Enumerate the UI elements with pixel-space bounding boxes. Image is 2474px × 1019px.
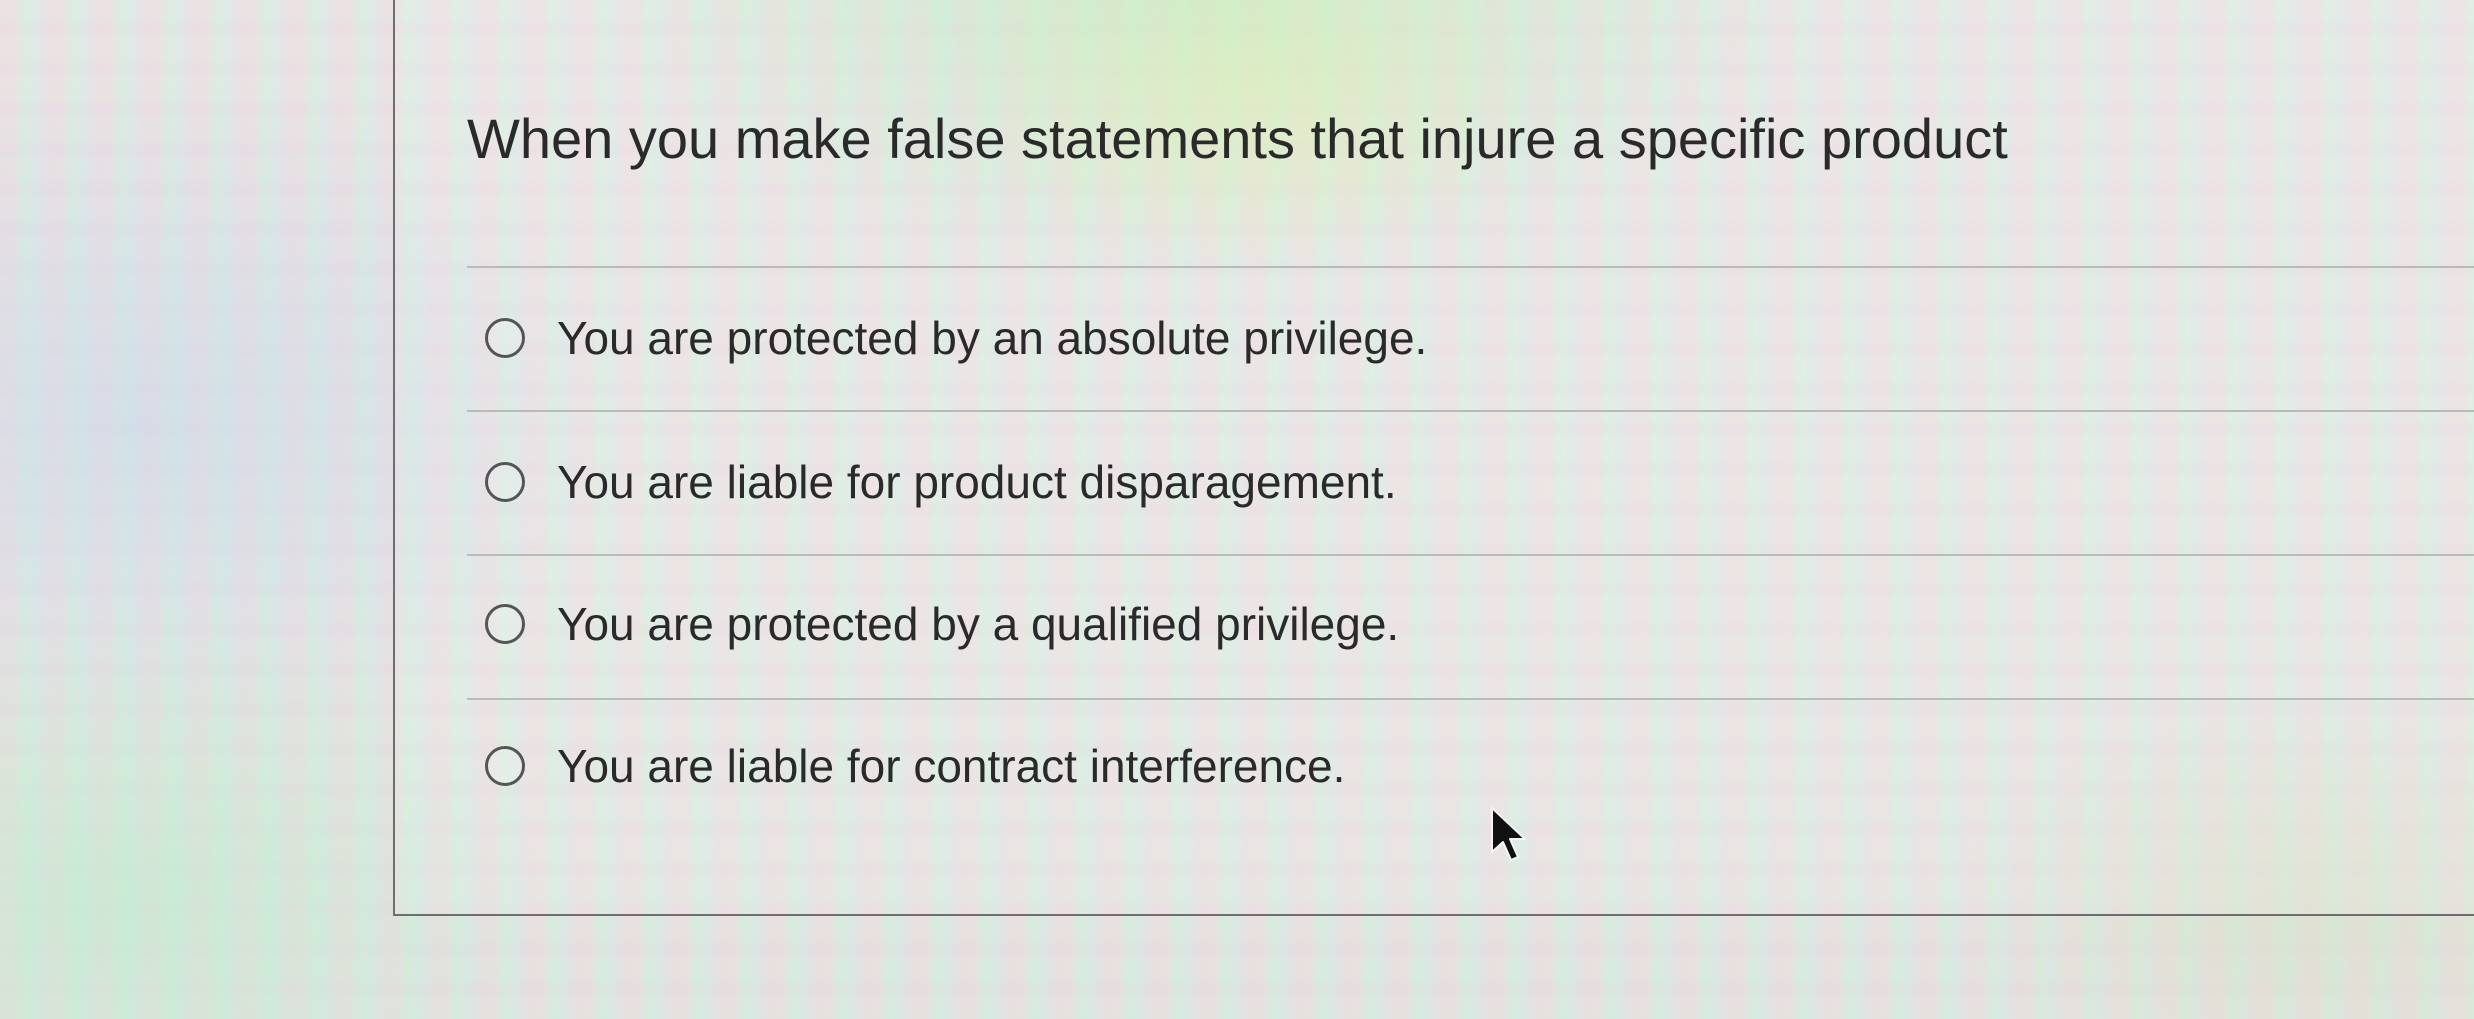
answer-option-label: You are liable for contract interference… xyxy=(557,740,1346,792)
divider xyxy=(467,410,2474,412)
question-text: When you make false statements that inju… xyxy=(467,107,2008,170)
mouse-pointer-icon xyxy=(1491,807,1526,861)
answer-option-2[interactable]: You are liable for product disparagement… xyxy=(485,452,1397,512)
divider xyxy=(467,554,2474,556)
radio-button-icon[interactable] xyxy=(485,318,525,358)
divider xyxy=(467,266,2474,268)
radio-button-icon[interactable] xyxy=(485,746,525,786)
answer-option-1[interactable]: You are protected by an absolute privile… xyxy=(485,308,1427,368)
radio-button-icon[interactable] xyxy=(485,462,525,502)
question-card: When you make false statements that inju… xyxy=(393,0,2474,916)
answer-option-4[interactable]: You are liable for contract interference… xyxy=(485,736,1345,796)
divider xyxy=(467,698,2474,700)
answer-option-label: You are protected by an absolute privile… xyxy=(557,312,1428,364)
answer-option-label: You are protected by a qualified privile… xyxy=(557,598,1400,650)
answer-option-label: You are liable for product disparagement… xyxy=(557,456,1397,508)
radio-button-icon[interactable] xyxy=(485,604,525,644)
answer-option-3[interactable]: You are protected by a qualified privile… xyxy=(485,594,1399,654)
